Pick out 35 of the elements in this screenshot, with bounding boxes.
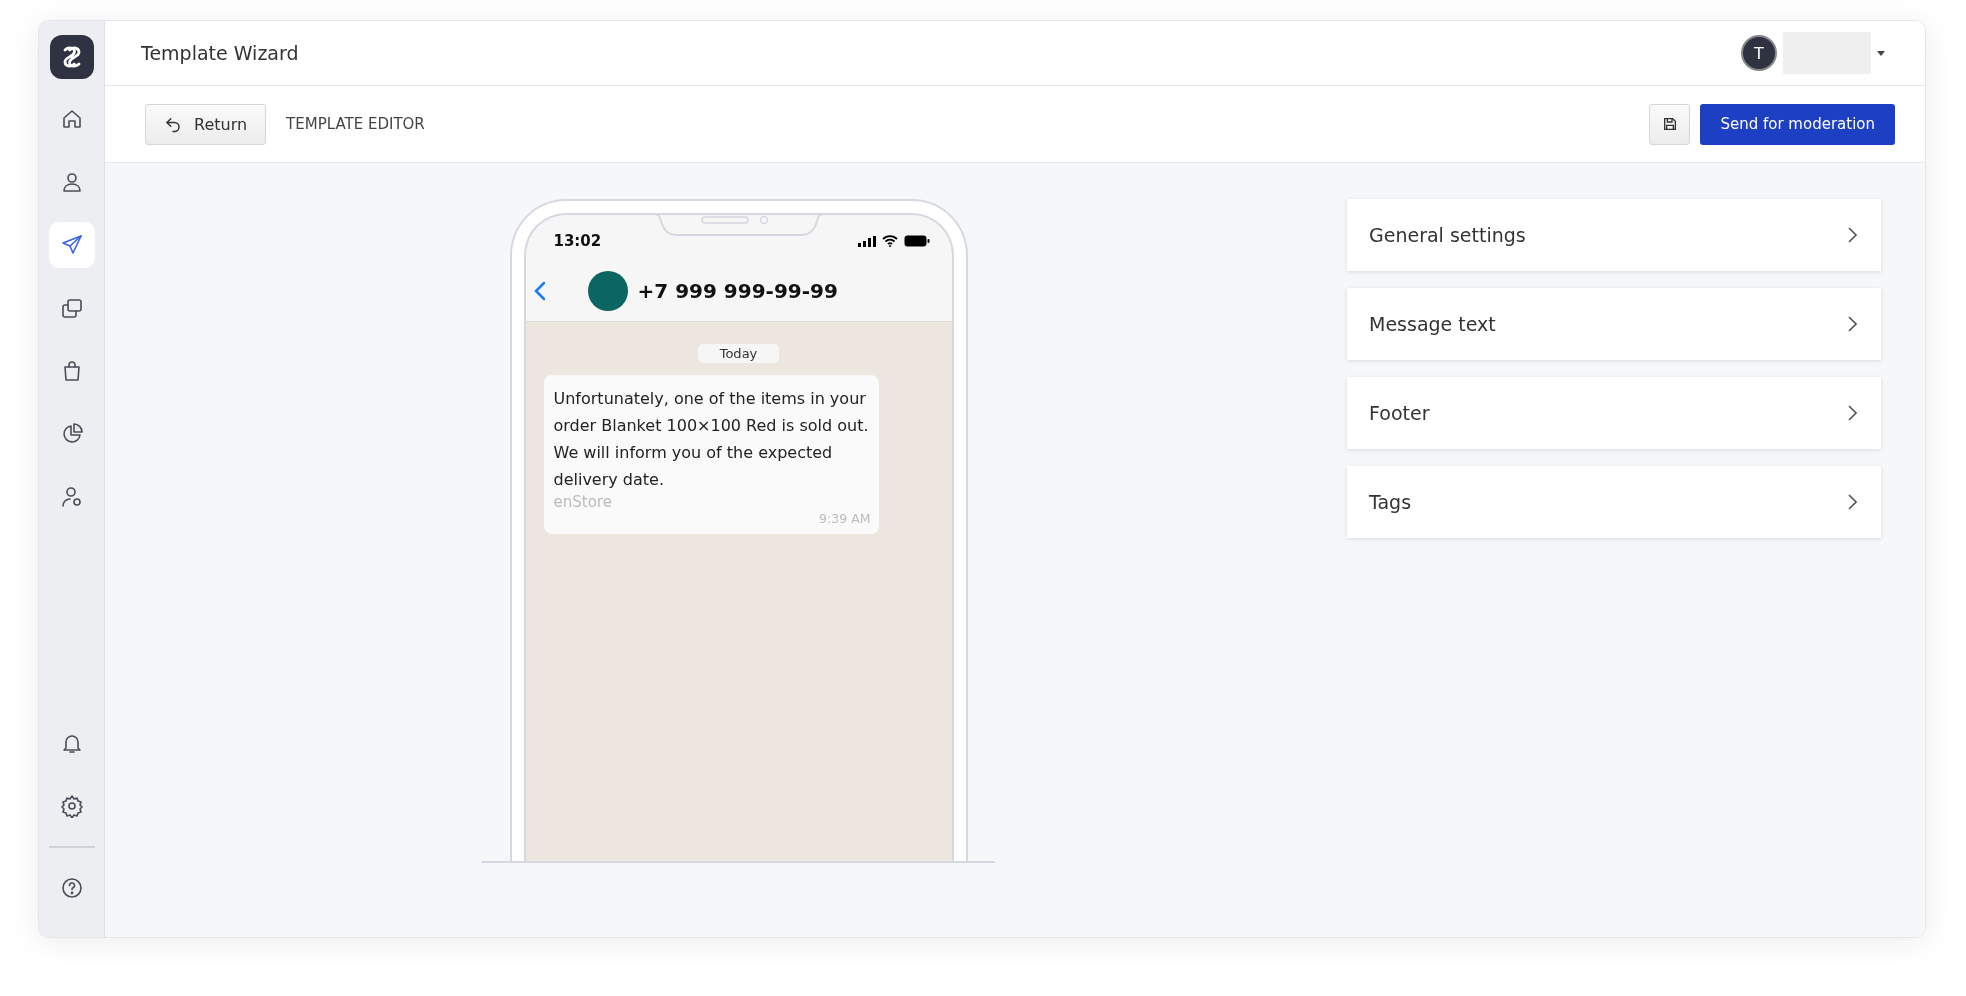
date-chip: Today bbox=[697, 344, 780, 363]
settings-section[interactable]: Message text bbox=[1347, 288, 1881, 360]
chevron-right-icon bbox=[1848, 227, 1857, 243]
page-title: Template Wizard bbox=[141, 42, 300, 64]
send-icon bbox=[59, 233, 84, 257]
send-for-moderation-button[interactable]: Send for moderation bbox=[1700, 103, 1895, 145]
contact-phone-number: +7 999 999-99-99 bbox=[637, 279, 838, 303]
battery-icon bbox=[903, 235, 930, 247]
undo-arrow-icon bbox=[164, 115, 182, 133]
save-button[interactable] bbox=[1649, 103, 1691, 145]
signal-icon bbox=[857, 235, 876, 247]
send-nav-item[interactable] bbox=[48, 222, 95, 268]
settings-section[interactable]: General settings bbox=[1347, 199, 1881, 271]
caret-icon[interactable] bbox=[1877, 50, 1885, 56]
user-settings-icon bbox=[59, 485, 84, 509]
app-logo[interactable] bbox=[49, 35, 94, 79]
save-icon bbox=[1661, 116, 1678, 132]
settings-icon bbox=[59, 794, 84, 818]
return-button[interactable]: Return bbox=[145, 103, 267, 145]
message-time: 9:39 AM bbox=[819, 511, 871, 526]
status-time: 13:02 bbox=[553, 232, 602, 250]
message-sender: enStore bbox=[553, 493, 613, 511]
chevron-right-icon bbox=[1848, 494, 1857, 510]
chevron-right-icon bbox=[1848, 316, 1857, 332]
chevron-right-icon bbox=[1848, 405, 1857, 421]
back-chevron-icon[interactable] bbox=[533, 281, 546, 301]
user-avatar[interactable]: T bbox=[1741, 35, 1777, 71]
wifi-icon bbox=[881, 235, 898, 247]
message-text: Unfortunately, one of the items in your order Blanket 100×100 Red is sold out. We will inform you of the expected delivery date. bbox=[553, 388, 870, 491]
settings-section[interactable]: Tags bbox=[1347, 466, 1881, 538]
section-title: TEMPLATE EDITOR bbox=[286, 115, 425, 133]
help-icon bbox=[59, 876, 84, 900]
settings-section[interactable]: Footer bbox=[1347, 377, 1881, 449]
contact-avatar bbox=[587, 271, 628, 311]
copy-icon bbox=[59, 296, 84, 320]
